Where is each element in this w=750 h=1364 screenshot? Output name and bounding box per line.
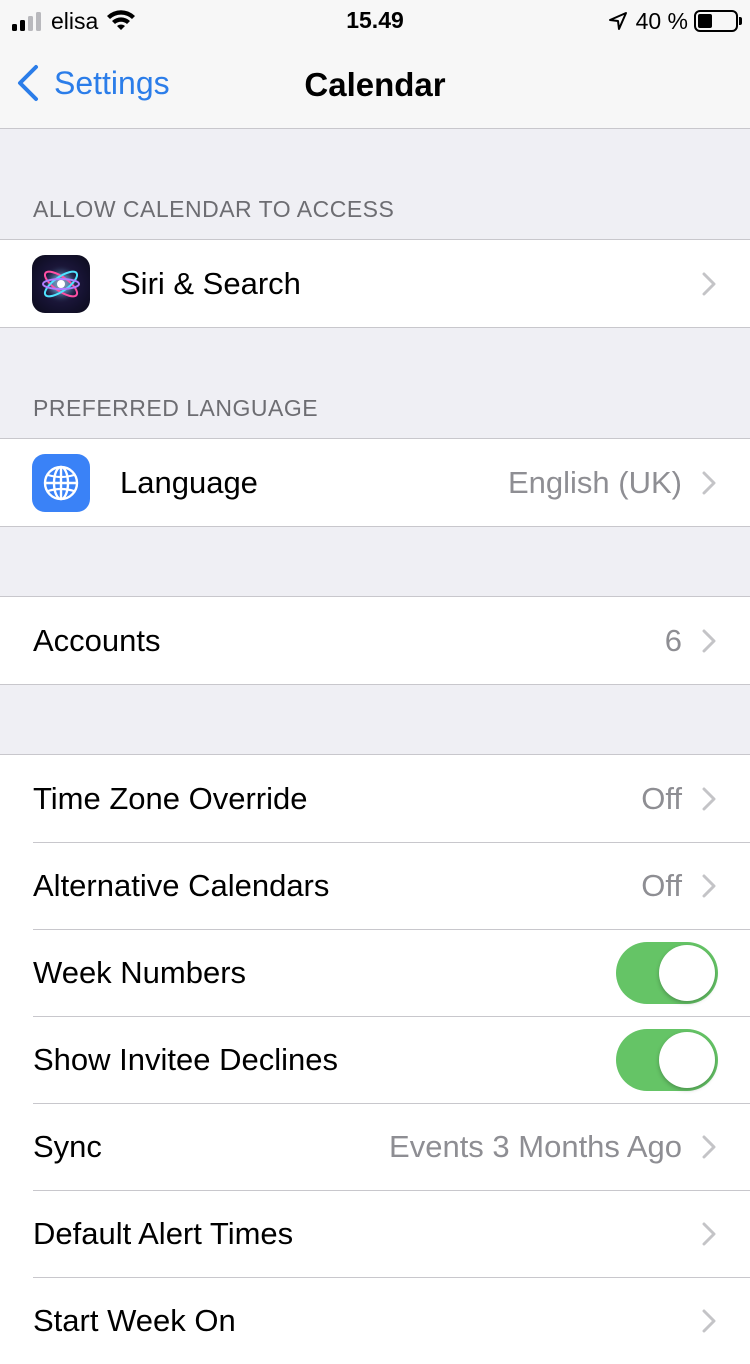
language-label: Language bbox=[120, 464, 258, 500]
language-group: Language English (UK) bbox=[0, 438, 750, 527]
alternative-calendars-label: Alternative Calendars bbox=[33, 867, 330, 903]
accounts-label: Accounts bbox=[33, 622, 161, 658]
accounts-row[interactable]: Accounts 6 bbox=[0, 597, 750, 684]
chevron-right-icon bbox=[702, 629, 716, 652]
sync-value: Events 3 Months Ago bbox=[389, 1128, 682, 1164]
status-bar: elisa 15.49 40 % bbox=[0, 0, 750, 42]
chevron-right-icon bbox=[702, 272, 716, 295]
chevron-right-icon bbox=[702, 1135, 716, 1158]
siri-search-label: Siri & Search bbox=[120, 265, 301, 301]
battery-icon bbox=[694, 10, 742, 32]
time-zone-override-row[interactable]: Time Zone Override Off bbox=[0, 755, 750, 842]
globe-icon bbox=[32, 453, 90, 512]
siri-search-row[interactable]: Siri & Search bbox=[0, 240, 750, 327]
default-alert-times-row[interactable]: Default Alert Times bbox=[0, 1190, 750, 1277]
calendar-options-group: Time Zone Override Off Alternative Calen… bbox=[0, 754, 750, 1364]
week-numbers-row: Week Numbers bbox=[0, 929, 750, 1016]
time-zone-override-label: Time Zone Override bbox=[33, 780, 308, 816]
week-numbers-label: Week Numbers bbox=[33, 954, 247, 990]
page-title: Calendar bbox=[304, 66, 446, 103]
language-value: English (UK) bbox=[508, 464, 682, 500]
accounts-count: 6 bbox=[664, 622, 682, 658]
battery-percentage: 40 % bbox=[635, 7, 688, 34]
time-zone-override-value: Off bbox=[641, 780, 682, 816]
location-arrow-icon bbox=[608, 12, 627, 30]
chevron-right-icon bbox=[702, 874, 716, 897]
start-week-on-row[interactable]: Start Week On bbox=[0, 1277, 750, 1364]
alternative-calendars-value: Off bbox=[641, 867, 682, 903]
chevron-right-icon bbox=[702, 1222, 716, 1245]
sync-row[interactable]: Sync Events 3 Months Ago bbox=[0, 1103, 750, 1190]
access-group: Siri & Search bbox=[0, 239, 750, 328]
show-invitee-declines-label: Show Invitee Declines bbox=[33, 1041, 338, 1077]
section-header-access: ALLOW CALENDAR TO ACCESS bbox=[33, 196, 395, 222]
start-week-on-label: Start Week On bbox=[33, 1302, 236, 1338]
default-alert-times-label: Default Alert Times bbox=[33, 1215, 294, 1251]
sync-label: Sync bbox=[33, 1128, 102, 1164]
chevron-right-icon bbox=[702, 787, 716, 810]
section-header-language: PREFERRED LANGUAGE bbox=[33, 395, 319, 421]
language-row[interactable]: Language English (UK) bbox=[0, 439, 750, 526]
week-numbers-toggle[interactable] bbox=[616, 941, 718, 1004]
show-invitee-declines-row: Show Invitee Declines bbox=[0, 1016, 750, 1103]
accounts-group: Accounts 6 bbox=[0, 596, 750, 685]
siri-icon bbox=[32, 254, 90, 313]
navigation-bar: Settings Calendar bbox=[0, 42, 750, 129]
alternative-calendars-row[interactable]: Alternative Calendars Off bbox=[0, 842, 750, 929]
chevron-right-icon bbox=[702, 471, 716, 494]
chevron-right-icon bbox=[702, 1309, 716, 1332]
show-invitee-declines-toggle[interactable] bbox=[616, 1028, 718, 1091]
